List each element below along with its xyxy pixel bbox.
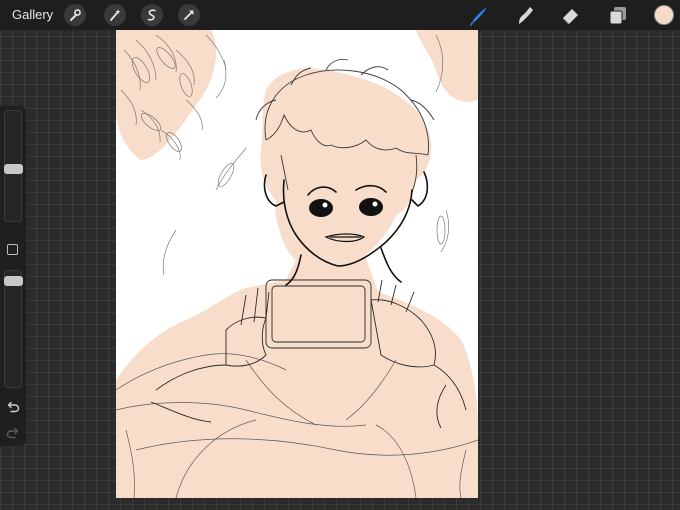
color-fill-layer: [116, 30, 478, 498]
gallery-button[interactable]: Gallery: [12, 7, 53, 22]
undo-button[interactable]: [5, 400, 21, 414]
wrench-icon: [70, 9, 81, 21]
actions-button[interactable]: [64, 4, 86, 26]
eraser-icon: [562, 9, 578, 25]
top-toolbar: Gallery: [0, 0, 680, 30]
redo-button[interactable]: [5, 426, 21, 440]
selection-icon: [147, 9, 156, 21]
transform-arrow-icon: [184, 10, 194, 20]
eraser-button[interactable]: [559, 3, 583, 27]
redo-icon: [6, 427, 19, 439]
smudge-icon: [519, 7, 533, 24]
modify-button[interactable]: [7, 244, 18, 255]
layers-button[interactable]: [606, 3, 630, 27]
transform-button[interactable]: [178, 4, 200, 26]
sketch-artwork: [116, 30, 478, 498]
opacity-thumb[interactable]: [4, 276, 23, 287]
color-picker-button[interactable]: [654, 5, 674, 25]
smudge-button[interactable]: [512, 3, 536, 27]
undo-icon: [7, 401, 20, 413]
adjustments-button[interactable]: [104, 4, 126, 26]
magic-wand-icon: [110, 9, 121, 21]
layers-icon: [609, 7, 626, 25]
brush-button[interactable]: [467, 3, 491, 27]
selection-button[interactable]: [141, 4, 163, 26]
left-sidebar: [0, 106, 26, 446]
brush-icon: [470, 7, 487, 26]
opacity-slider[interactable]: [4, 270, 22, 388]
drawing-canvas[interactable]: [116, 30, 478, 498]
brush-size-thumb[interactable]: [4, 164, 23, 175]
